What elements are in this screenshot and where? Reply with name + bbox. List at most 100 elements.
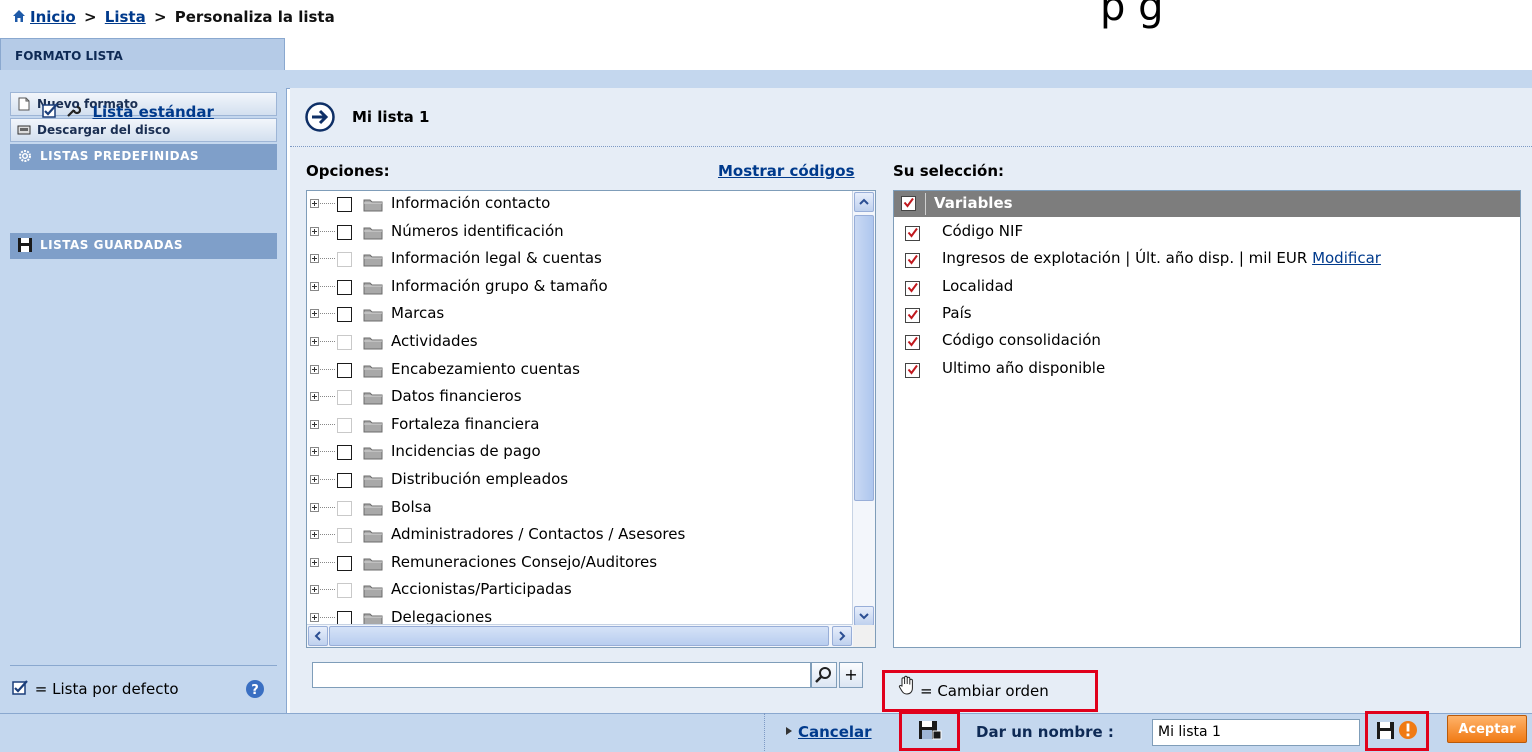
- expand-plus-icon[interactable]: [310, 309, 319, 319]
- tree-row[interactable]: Información grupo & tamaño: [307, 276, 853, 303]
- tree-row[interactable]: Remuneraciones Consejo/Auditores: [307, 552, 853, 579]
- folder-icon: [363, 365, 383, 378]
- default-checkbox-icon: [12, 680, 28, 695]
- expand-plus-icon[interactable]: [310, 530, 319, 540]
- tree-row[interactable]: Encabezamiento cuentas: [307, 359, 853, 386]
- modificar-link[interactable]: Modificar: [1312, 249, 1381, 267]
- chevron-right-icon: [839, 631, 846, 641]
- variable-checkbox[interactable]: [905, 280, 920, 296]
- aceptar-button[interactable]: Aceptar: [1447, 715, 1527, 743]
- folder-icon: [363, 337, 383, 350]
- variable-checkbox[interactable]: [905, 307, 920, 323]
- lista-estandar-link[interactable]: Lista estándar: [92, 103, 213, 121]
- lista-estandar-item[interactable]: Lista estándar: [42, 103, 214, 121]
- tree-row[interactable]: Bolsa: [307, 497, 853, 524]
- tree-row[interactable]: Incidencias de pago: [307, 441, 853, 468]
- descargar-disco-button[interactable]: Descargar del disco: [10, 118, 277, 142]
- expand-plus-icon[interactable]: [310, 557, 319, 567]
- expand-plus-icon[interactable]: [310, 502, 319, 512]
- tree-vertical-scrollbar[interactable]: [852, 191, 875, 627]
- cancelar-label[interactable]: Cancelar: [798, 723, 872, 741]
- search-input[interactable]: [312, 662, 811, 688]
- expand-plus-icon[interactable]: [310, 475, 319, 484]
- expand-plus-icon[interactable]: [310, 419, 319, 429]
- option-checkbox[interactable]: [337, 445, 352, 461]
- expand-plus-icon[interactable]: [310, 199, 319, 208]
- option-checkbox[interactable]: [337, 279, 352, 295]
- bottom-divider: [764, 713, 766, 751]
- expand-plus-icon[interactable]: [310, 447, 319, 457]
- expand-plus-icon[interactable]: [310, 364, 319, 374]
- checkmark-icon: [907, 255, 918, 265]
- breadcrumb-separator: >: [83, 8, 97, 26]
- tree-connector: [320, 203, 335, 204]
- wrench-icon: [67, 105, 82, 117]
- option-label: Actividades: [391, 332, 478, 350]
- chevron-up-icon: [859, 198, 869, 205]
- tree-row[interactable]: Datos financieros: [307, 386, 853, 413]
- tree-row[interactable]: Información legal & cuentas: [307, 248, 853, 275]
- opciones-label: Opciones:: [306, 162, 390, 180]
- search-button[interactable]: [811, 662, 837, 688]
- breadcrumb-home-link[interactable]: Inicio: [30, 8, 76, 26]
- help-icon[interactable]: ?: [245, 679, 265, 699]
- descargar-disco-label: Descargar del disco: [37, 123, 171, 137]
- list-name-input[interactable]: Mi lista 1: [1152, 719, 1360, 746]
- selected-variable-row[interactable]: País: [894, 303, 1520, 330]
- selected-variable-row[interactable]: Código NIF: [894, 221, 1520, 248]
- tree-row[interactable]: Marcas: [307, 303, 853, 330]
- tree-row[interactable]: Información contacto: [307, 193, 853, 220]
- expand-plus-icon[interactable]: [310, 281, 319, 291]
- listas-predefinidas-header[interactable]: LISTAS PREDEFINIDAS: [10, 144, 277, 170]
- listas-guardadas-header[interactable]: LISTAS GUARDADAS: [10, 233, 277, 259]
- variable-label: País: [942, 303, 972, 322]
- selected-variable-row[interactable]: Ingresos de explotación | Últ. año disp.…: [894, 248, 1520, 275]
- selected-variable-row[interactable]: Código consolidación: [894, 330, 1520, 357]
- variable-checkbox[interactable]: [905, 335, 920, 351]
- option-checkbox[interactable]: [337, 473, 352, 488]
- variable-checkbox[interactable]: [905, 226, 920, 241]
- option-checkbox[interactable]: [337, 307, 352, 323]
- expand-plus-icon[interactable]: [310, 585, 319, 595]
- option-checkbox[interactable]: [337, 224, 352, 240]
- option-checkbox: [337, 335, 352, 350]
- tree-row[interactable]: Actividades: [307, 331, 853, 358]
- expand-plus-icon[interactable]: [310, 613, 319, 622]
- add-search-button[interactable]: +: [839, 662, 863, 688]
- scroll-left-button[interactable]: [308, 626, 328, 646]
- expand-plus-icon[interactable]: [310, 254, 319, 264]
- tab-formato-lista[interactable]: FORMATO LISTA: [0, 38, 285, 70]
- cropped-heading-fragment: p g: [1100, 0, 1164, 30]
- option-checkbox[interactable]: [337, 197, 352, 212]
- variable-checkbox[interactable]: [905, 362, 920, 378]
- expand-plus-icon[interactable]: [310, 337, 319, 346]
- scroll-up-button[interactable]: [854, 192, 874, 212]
- option-checkbox[interactable]: [337, 555, 352, 571]
- folder-icon: [363, 420, 383, 433]
- scroll-down-button[interactable]: [854, 606, 874, 626]
- option-checkbox: [337, 583, 352, 599]
- tree-row[interactable]: Administradores / Contactos / Asesores: [307, 524, 853, 551]
- tree-connector: [320, 341, 335, 342]
- tree-connector: [320, 451, 335, 453]
- tree-row[interactable]: Números identificación: [307, 221, 853, 248]
- options-tree[interactable]: Información contacto Números identificaci…: [306, 190, 876, 648]
- tree-row[interactable]: Accionistas/Participadas: [307, 579, 853, 606]
- selected-variable-row[interactable]: Localidad: [894, 276, 1520, 303]
- scroll-thumb[interactable]: [854, 215, 874, 501]
- option-label: Información grupo & tamaño: [391, 276, 608, 295]
- cancelar-link[interactable]: Cancelar: [786, 723, 872, 741]
- expand-plus-icon[interactable]: [310, 392, 319, 402]
- mostrar-codigos-link[interactable]: Mostrar códigos: [718, 162, 855, 180]
- option-checkbox[interactable]: [337, 362, 352, 378]
- scroll-right-button[interactable]: [832, 626, 852, 646]
- breadcrumb-lista-link[interactable]: Lista: [105, 8, 146, 26]
- tree-horizontal-scrollbar[interactable]: [307, 624, 853, 647]
- selected-variable-row[interactable]: Ultimo año disponible: [894, 358, 1520, 385]
- horizontal-scroll-thumb[interactable]: [329, 626, 829, 646]
- expand-plus-icon[interactable]: [310, 226, 319, 236]
- tree-row[interactable]: Distribución empleados: [307, 469, 853, 496]
- tree-row[interactable]: Fortaleza financiera: [307, 414, 853, 441]
- variable-checkbox[interactable]: [905, 253, 920, 269]
- select-all-checkbox[interactable]: [901, 196, 916, 211]
